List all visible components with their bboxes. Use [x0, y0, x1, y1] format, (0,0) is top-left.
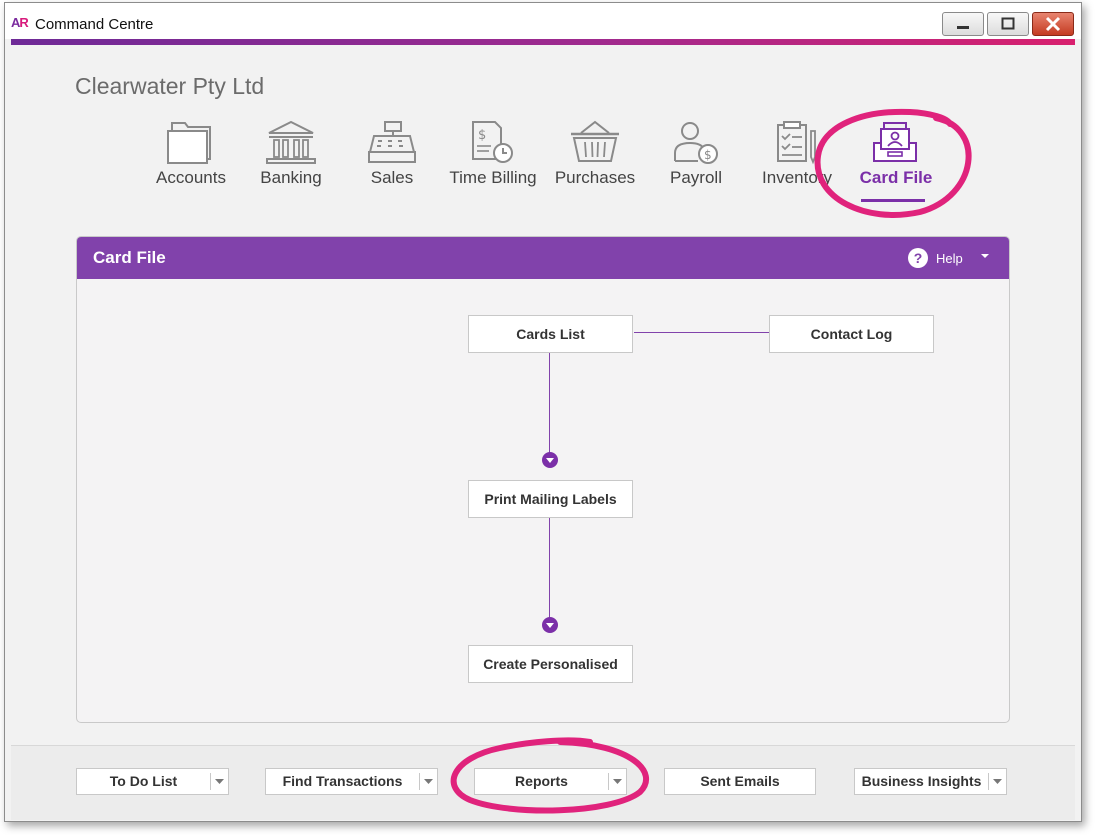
- chevron-down-icon[interactable]: [613, 779, 622, 785]
- chevron-down-icon[interactable]: [993, 779, 1002, 785]
- tab-banking[interactable]: Banking: [236, 119, 346, 199]
- clipboard-icon: [777, 121, 816, 165]
- accent-bar: [11, 39, 1075, 45]
- tab-card-file[interactable]: Card File: [841, 119, 951, 199]
- cash-register-icon: [368, 121, 416, 163]
- app-logo: AR: [11, 14, 31, 32]
- window-title: Command Centre: [35, 16, 154, 33]
- person-dollar-icon: $: [674, 122, 718, 164]
- connector-cards-labels: [549, 351, 550, 459]
- panel-title: Card File: [93, 248, 166, 267]
- flow-arrow-down-icon: [542, 617, 558, 633]
- to-do-list-button[interactable]: To Do List: [76, 768, 229, 795]
- flow-arrow-down-icon: [542, 452, 558, 468]
- find-transactions-button[interactable]: Find Transactions: [265, 768, 438, 795]
- panel-header: Card File ? Help: [77, 237, 1009, 279]
- close-icon: [1045, 16, 1061, 32]
- folder-icon: [167, 122, 211, 164]
- maximize-button[interactable]: [987, 12, 1029, 36]
- create-personalised-button[interactable]: Create Personalised: [468, 645, 633, 683]
- active-tab-indicator: [861, 199, 925, 202]
- sent-emails-button[interactable]: Sent Emails: [664, 768, 816, 795]
- invoice-clock-icon: $: [472, 121, 513, 163]
- card-file-panel: Card File ? Help Cards List Contact Log …: [76, 236, 1010, 723]
- minimize-button[interactable]: [942, 12, 984, 36]
- card-tray-icon: [873, 122, 917, 162]
- company-name: Clearwater Pty Ltd: [75, 73, 265, 99]
- tab-inventory[interactable]: Inventory: [742, 119, 852, 199]
- tab-accounts[interactable]: Accounts: [136, 119, 246, 199]
- contact-log-button[interactable]: Contact Log: [769, 315, 934, 353]
- command-centre-window: AR Command Centre Clearwater Pty Ltd Acc…: [4, 2, 1082, 822]
- tab-purchases[interactable]: Purchases: [540, 119, 650, 199]
- title-bar: AR Command Centre: [5, 3, 1081, 39]
- chevron-down-icon[interactable]: [980, 253, 990, 261]
- business-insights-button[interactable]: Business Insights: [854, 768, 1007, 795]
- reports-button[interactable]: Reports: [474, 768, 627, 795]
- svg-text:$: $: [704, 148, 712, 162]
- tab-time-billing[interactable]: $ Time Billing: [438, 119, 548, 199]
- basket-icon: [571, 120, 619, 162]
- cards-list-button[interactable]: Cards List: [468, 315, 633, 353]
- chevron-down-icon[interactable]: [215, 779, 224, 785]
- print-mailing-labels-button[interactable]: Print Mailing Labels: [468, 480, 633, 518]
- tab-payroll[interactable]: $ Payroll: [641, 119, 751, 199]
- help-button[interactable]: Help: [936, 251, 963, 266]
- connector-cards-contact: [634, 332, 769, 333]
- minimize-icon: [957, 26, 969, 29]
- chevron-down-icon[interactable]: [424, 779, 433, 785]
- svg-text:$: $: [478, 128, 486, 143]
- close-button[interactable]: [1032, 12, 1074, 36]
- help-icon[interactable]: ?: [908, 248, 928, 268]
- maximize-icon: [1001, 17, 1015, 30]
- tab-sales[interactable]: Sales: [337, 119, 447, 199]
- connector-labels-personalised: [549, 517, 550, 624]
- bank-icon: [266, 120, 316, 164]
